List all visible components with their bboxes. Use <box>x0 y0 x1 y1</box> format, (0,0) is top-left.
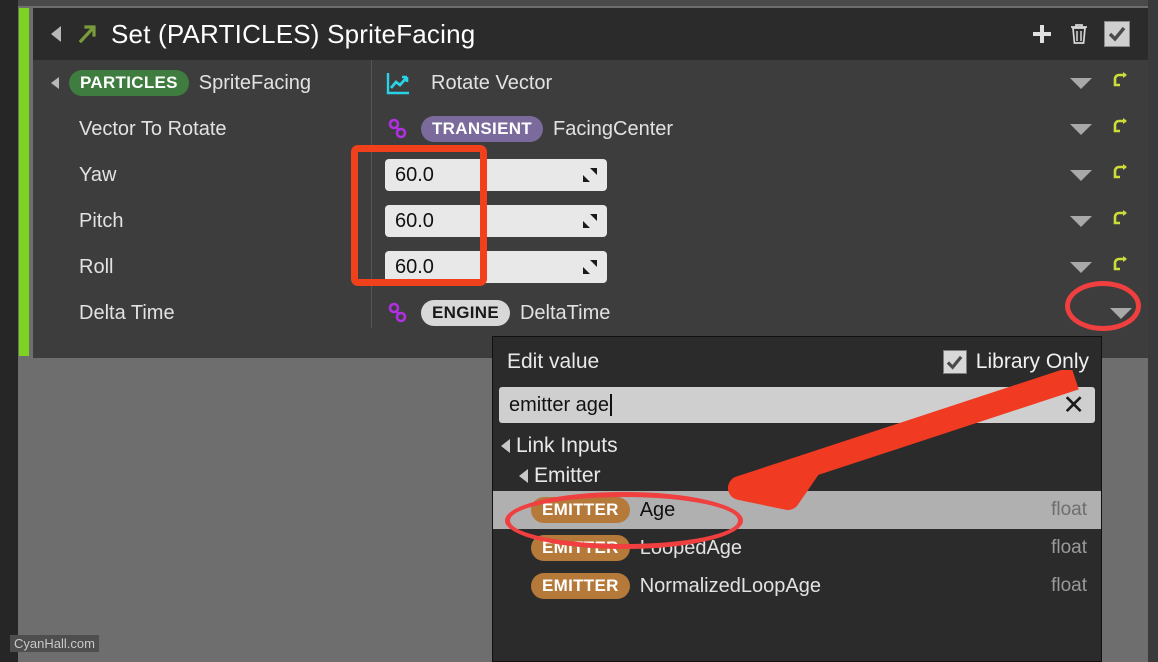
search-value: emitter age <box>509 393 610 416</box>
row-value-cell[interactable]: ENGINE DeltaTime <box>371 290 1148 336</box>
watermark: CyanHall.com <box>10 635 99 652</box>
drag-handle-icon[interactable] <box>581 212 599 236</box>
row-label: Vector To Rotate <box>79 117 227 140</box>
list-item-type: float <box>1051 575 1087 596</box>
row-controls <box>1070 106 1132 152</box>
dropdown-caret-icon[interactable] <box>1070 215 1092 227</box>
list-item-type: float <box>1051 537 1087 558</box>
reset-icon[interactable] <box>1110 254 1132 281</box>
dropdown-caret-icon[interactable] <box>1070 77 1092 89</box>
row-label-cell: Delta Time <box>33 290 371 336</box>
reset-icon[interactable] <box>1110 70 1132 97</box>
namespace-badge: PARTICLES <box>69 70 189 96</box>
annotation-rectangle <box>351 145 487 286</box>
row-label-cell: PARTICLES SpriteFacing <box>33 60 371 106</box>
tree-group-label: Link Inputs <box>516 434 618 457</box>
module-header-actions <box>1030 8 1130 60</box>
row-vector-to-rotate[interactable]: Vector To Rotate TRANSIENT FacingCenter <box>33 106 1148 152</box>
dropdown-caret-icon[interactable] <box>1070 261 1092 273</box>
line-chart-icon <box>385 70 411 96</box>
row-label: Pitch <box>79 209 124 232</box>
link-chain-icon <box>385 300 411 326</box>
drag-handle-icon[interactable] <box>581 166 599 190</box>
row-controls <box>1070 152 1132 198</box>
row-label: Delta Time <box>79 301 175 324</box>
module-header[interactable]: Set (PARTICLES) SpriteFacing <box>33 8 1148 60</box>
row-value: DeltaTime <box>519 301 611 324</box>
row-controls <box>1070 198 1132 244</box>
window-top-edge <box>0 0 1158 6</box>
popup-title: Edit value <box>507 350 600 373</box>
row-label-cell: Vector To Rotate <box>33 106 371 152</box>
reset-icon[interactable] <box>1110 162 1132 189</box>
trash-button[interactable] <box>1068 22 1090 46</box>
namespace-badge: EMITTER <box>531 573 630 599</box>
link-chain-icon <box>385 116 411 142</box>
collapse-triangle-icon[interactable] <box>51 26 61 42</box>
row-controls <box>1070 60 1132 106</box>
row-value-cell[interactable]: 60.0 <box>371 152 1148 198</box>
parameter-rows: PARTICLES SpriteFacing Rotate Vector Vec… <box>33 60 1148 336</box>
check-icon <box>1108 26 1126 42</box>
row-label: SpriteFacing <box>198 71 312 94</box>
dropdown-caret-icon[interactable] <box>1070 169 1092 181</box>
chevron-down-icon[interactable] <box>501 439 510 453</box>
row-yaw[interactable]: Yaw 60.0 <box>33 152 1148 198</box>
window-left-edge <box>0 0 18 662</box>
add-button[interactable] <box>1030 22 1054 46</box>
row-roll[interactable]: Roll 60.0 <box>33 244 1148 290</box>
row-label-cell: Pitch <box>33 198 371 244</box>
list-item-label: NormalizedLoopAge <box>639 574 821 597</box>
row-label-cell: Yaw <box>33 152 371 198</box>
row-value-cell[interactable]: 60.0 <box>371 198 1148 244</box>
screenshot-root: Set (PARTICLES) SpriteFacing PARTICLES S… <box>0 0 1158 662</box>
row-value: Rotate Vector <box>431 71 553 94</box>
namespace-badge: ENGINE <box>421 300 510 326</box>
row-label-cell: Roll <box>33 244 371 290</box>
row-label: Yaw <box>79 163 117 186</box>
module-accent-bar <box>19 8 29 356</box>
dropdown-caret-icon[interactable] <box>1070 123 1092 135</box>
text-cursor <box>610 394 613 416</box>
row-label: Roll <box>79 255 114 278</box>
row-delta-time[interactable]: Delta Time ENGINE DeltaTime <box>33 290 1148 336</box>
row-pitch[interactable]: Pitch 60.0 <box>33 198 1148 244</box>
enable-checkbox[interactable] <box>1104 21 1130 47</box>
check-icon <box>947 355 963 370</box>
row-value-cell[interactable]: TRANSIENT FacingCenter <box>371 106 1148 152</box>
row-collapse-triangle-icon[interactable] <box>51 77 59 89</box>
drag-handle-icon[interactable] <box>581 258 599 282</box>
annotation-ellipse-dropdown <box>1065 281 1141 331</box>
chevron-down-icon[interactable] <box>519 469 528 483</box>
module-panel: Set (PARTICLES) SpriteFacing PARTICLES S… <box>33 8 1148 358</box>
row-value-cell[interactable]: Rotate Vector <box>371 60 1148 106</box>
module-title: Set (PARTICLES) SpriteFacing <box>111 18 476 49</box>
reset-icon[interactable] <box>1110 208 1132 235</box>
row-sprite-facing[interactable]: PARTICLES SpriteFacing Rotate Vector <box>33 60 1148 106</box>
module-arrow-icon <box>75 22 99 46</box>
tree-group-label: Emitter <box>534 464 601 487</box>
row-value-cell[interactable]: 60.0 <box>371 244 1148 290</box>
row-value: FacingCenter <box>552 117 674 140</box>
window-right-edge <box>1148 0 1158 662</box>
reset-icon[interactable] <box>1110 116 1132 143</box>
namespace-badge: TRANSIENT <box>421 116 543 142</box>
list-item-normalizedloopage[interactable]: EMITTER NormalizedLoopAge float <box>493 567 1101 605</box>
annotation-arrow <box>728 370 1079 510</box>
